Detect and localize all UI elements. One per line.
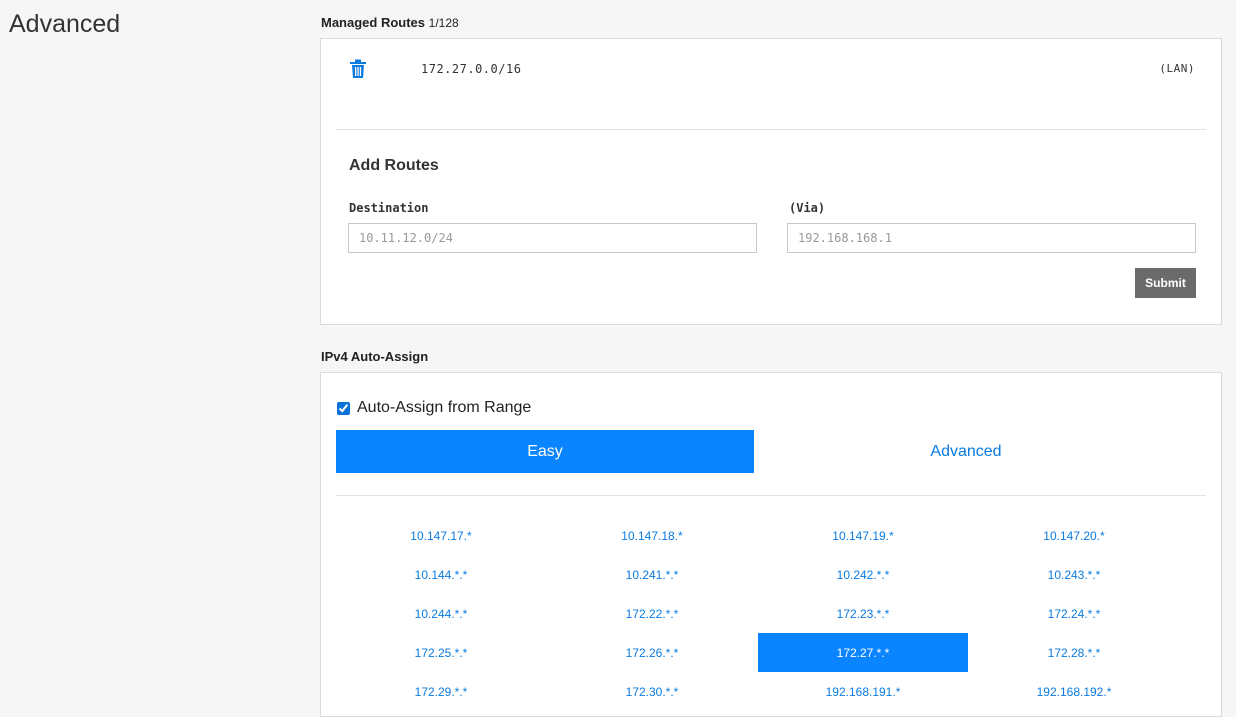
auto-assign-checkbox[interactable] [337, 401, 350, 415]
tab-easy[interactable]: Easy [336, 430, 754, 473]
route-destination: 172.27.0.0/16 [421, 62, 522, 76]
range-option[interactable]: 10.147.20.* [969, 516, 1179, 555]
via-input[interactable] [787, 223, 1196, 253]
range-option[interactable]: 172.25.*.* [336, 633, 546, 672]
range-option[interactable]: 192.168.191.* [758, 672, 968, 711]
ipv4-auto-assign-title: IPv4 Auto-Assign [321, 349, 429, 364]
submit-button[interactable]: Submit [1135, 268, 1196, 298]
range-option[interactable]: 10.243.*.* [969, 555, 1179, 594]
range-option[interactable]: 192.168.192.* [969, 672, 1179, 711]
range-option[interactable]: 172.22.*.* [547, 594, 757, 633]
range-option[interactable]: 172.28.*.* [969, 633, 1179, 672]
divider [336, 129, 1206, 130]
add-routes-title: Add Routes [349, 157, 439, 174]
range-option[interactable]: 10.147.17.* [336, 516, 546, 555]
managed-routes-title-text: Managed Routes [321, 15, 426, 30]
tab-advanced[interactable]: Advanced [757, 430, 1175, 473]
range-option[interactable]: 10.242.*.* [758, 555, 968, 594]
managed-routes-card: 172.27.0.0/16 (LAN) Add Routes Destinati… [320, 38, 1222, 325]
range-option[interactable]: 172.29.*.* [336, 672, 546, 711]
destination-label: Destination [349, 201, 429, 215]
range-option[interactable]: 10.147.19.* [758, 516, 968, 555]
range-option[interactable]: 172.26.*.* [547, 633, 757, 672]
route-row: 172.27.0.0/16 (LAN) [349, 59, 1195, 79]
divider [336, 495, 1206, 496]
range-option[interactable]: 172.23.*.* [758, 594, 968, 633]
managed-routes-title: Managed Routes 1/128 [321, 15, 459, 30]
ipv4-auto-assign-card: Auto-Assign from Range Easy Advanced 10.… [320, 372, 1222, 717]
range-option[interactable]: 10.241.*.* [547, 555, 757, 594]
range-option[interactable]: 10.144.*.* [336, 555, 546, 594]
range-option[interactable]: 172.30.*.* [547, 672, 757, 711]
via-label: (Via) [789, 201, 826, 215]
page-title: Advanced [9, 10, 121, 38]
route-via: (LAN) [1159, 62, 1195, 75]
auto-assign-row[interactable]: Auto-Assign from Range [336, 398, 531, 418]
auto-assign-label: Auto-Assign from Range [357, 399, 532, 416]
range-option[interactable]: 172.27.*.* [758, 633, 968, 672]
range-option[interactable]: 172.24.*.* [969, 594, 1179, 633]
destination-input[interactable] [348, 223, 757, 253]
managed-routes-count: 1/128 [428, 16, 459, 30]
range-option[interactable]: 10.244.*.* [336, 594, 546, 633]
range-option[interactable]: 10.147.18.* [547, 516, 757, 555]
trash-icon[interactable] [349, 59, 367, 79]
